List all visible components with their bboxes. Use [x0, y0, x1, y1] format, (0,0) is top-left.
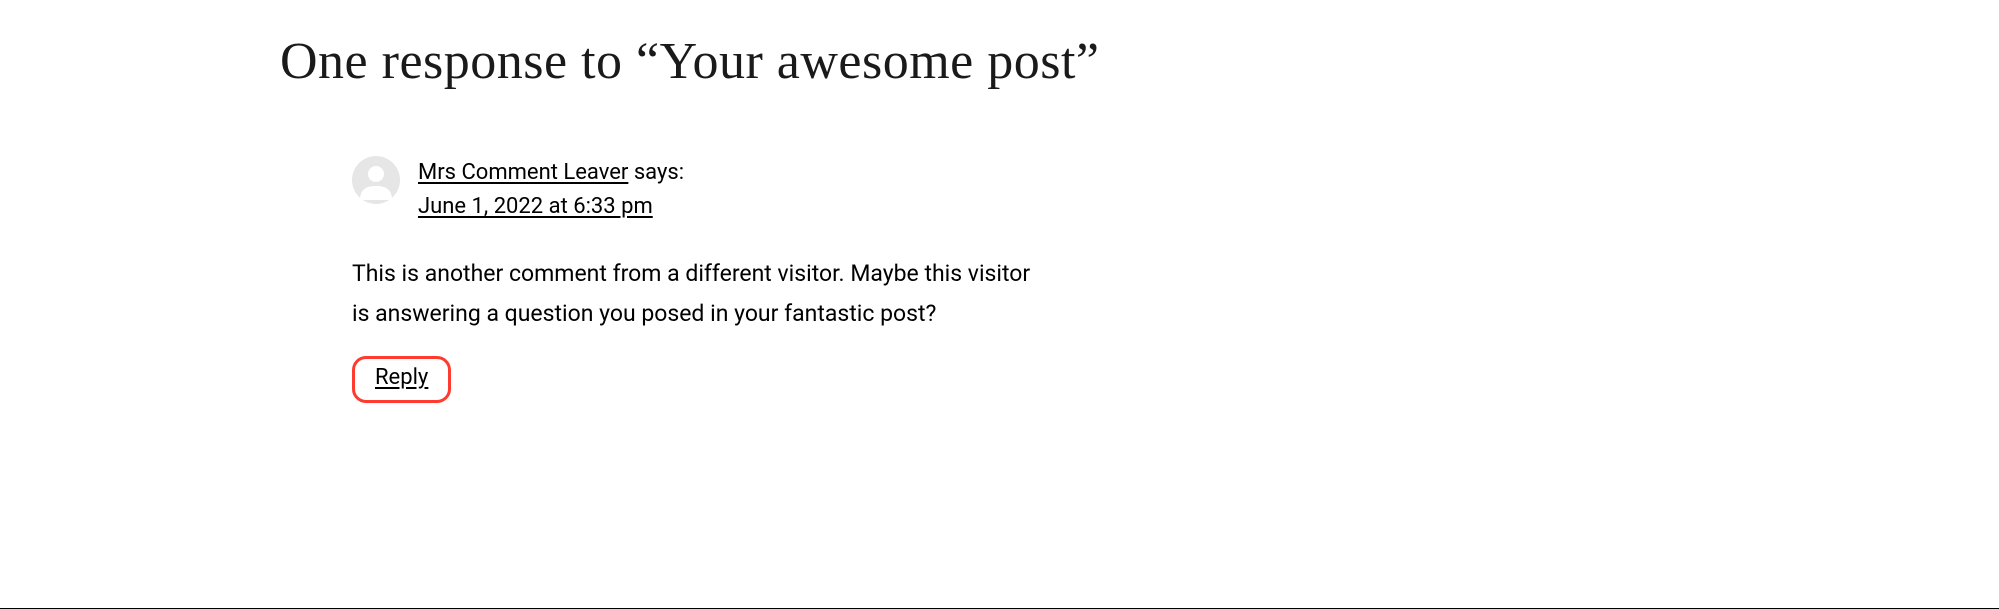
comment-header: Mrs Comment Leaver says: June 1, 2022 at…: [352, 156, 1100, 224]
comment-author-link[interactable]: Mrs Comment Leaver: [418, 160, 628, 185]
avatar-icon: [352, 156, 400, 204]
reply-highlight: Reply: [352, 356, 451, 403]
reply-wrapper: Reply: [352, 356, 1100, 403]
says-label: says:: [628, 160, 684, 185]
comments-heading: One response to “Your awesome post”: [280, 28, 1100, 96]
comment: Mrs Comment Leaver says: June 1, 2022 at…: [352, 156, 1100, 404]
comment-meta: Mrs Comment Leaver says: June 1, 2022 at…: [418, 156, 684, 224]
comment-timestamp-link[interactable]: June 1, 2022 at 6:33 pm: [418, 190, 653, 224]
comment-body: This is another comment from a different…: [352, 254, 1052, 335]
reply-button[interactable]: Reply: [375, 365, 428, 390]
